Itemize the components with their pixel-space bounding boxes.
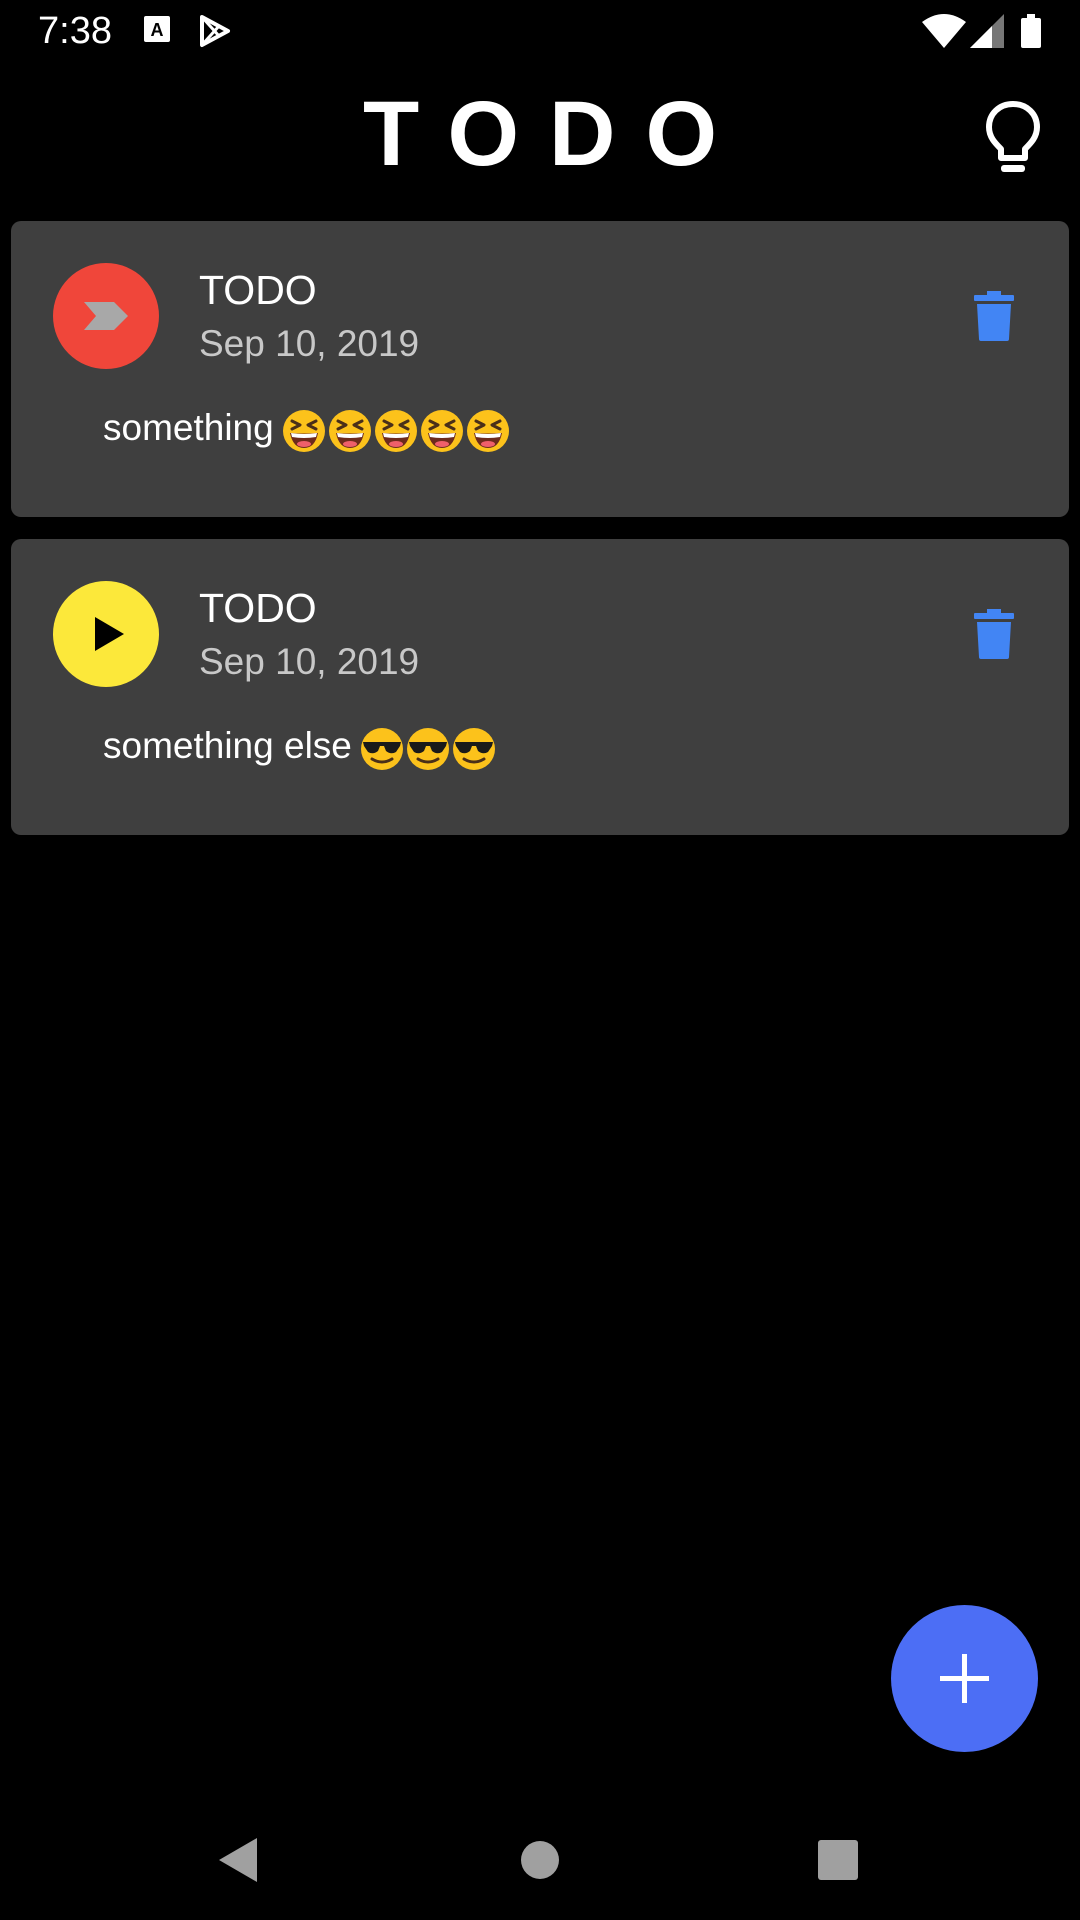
todo-card[interactable]: TODO Sep 10, 2019 something (11, 221, 1069, 517)
lightbulb-icon[interactable] (985, 100, 1041, 176)
todo-body: something (103, 407, 512, 453)
plus-icon (940, 1654, 989, 1703)
trash-icon[interactable] (974, 291, 1014, 341)
emoji-row (360, 726, 498, 771)
sunglasses-face-icon (452, 727, 495, 770)
status-time: 7:38 (38, 10, 112, 52)
app-bar: TODO (0, 62, 1080, 212)
todo-card[interactable]: TODO Sep 10, 2019 something else (11, 539, 1069, 835)
grinning-squinting-face-icon (282, 409, 325, 452)
todo-status-button[interactable] (53, 581, 159, 687)
add-todo-button[interactable] (891, 1605, 1038, 1752)
sunglasses-face-icon (360, 727, 403, 770)
font-download-icon: A (144, 16, 170, 42)
grinning-squinting-face-icon (328, 409, 371, 452)
todo-body: something else (103, 725, 498, 771)
todo-date: Sep 10, 2019 (199, 323, 420, 364)
play-store-icon (200, 15, 230, 47)
trash-icon[interactable] (974, 609, 1014, 659)
todo-title: TODO (199, 585, 317, 631)
grinning-squinting-face-icon (420, 409, 463, 452)
sunglasses-face-icon (406, 727, 449, 770)
grinning-squinting-face-icon (374, 409, 417, 452)
battery-icon (1021, 14, 1041, 48)
status-bar: 7:38 A (0, 0, 1080, 62)
recents-icon[interactable] (808, 1830, 868, 1890)
todo-body-text: something else (103, 725, 352, 766)
app-title: TODO (362, 83, 748, 185)
todo-date: Sep 10, 2019 (199, 641, 420, 682)
todo-body-text: something (103, 407, 274, 448)
chevron-right-icon (84, 302, 128, 330)
wifi-icon (922, 14, 966, 48)
emoji-row (282, 408, 512, 453)
back-icon[interactable] (209, 1830, 269, 1890)
grinning-squinting-face-icon (466, 409, 509, 452)
todo-title: TODO (199, 267, 317, 313)
system-nav-bar (0, 1800, 1080, 1920)
home-icon[interactable] (510, 1830, 570, 1890)
play-icon (95, 617, 124, 651)
svg-text:A: A (151, 20, 164, 40)
todo-status-button[interactable] (53, 263, 159, 369)
signal-icon (970, 14, 1004, 48)
